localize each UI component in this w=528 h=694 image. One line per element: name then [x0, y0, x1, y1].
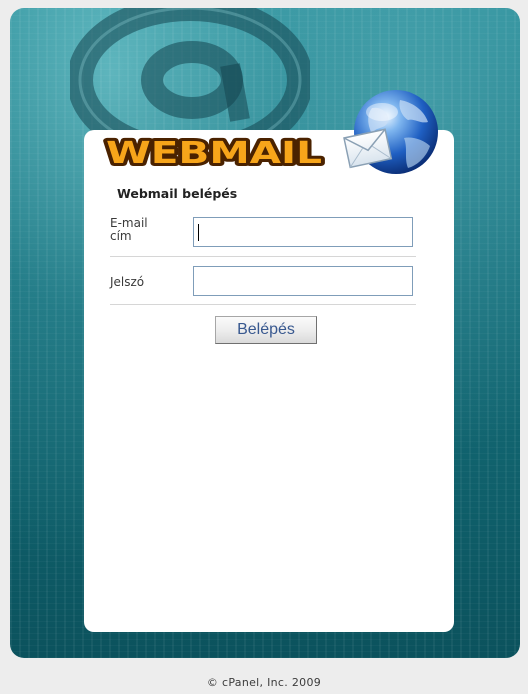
copyright-footer: © cPanel, Inc. 2009	[206, 676, 322, 689]
svg-text:WEBMAIL: WEBMAIL	[106, 136, 322, 168]
email-field[interactable]	[193, 217, 413, 247]
email-label: E-mail cím	[110, 216, 148, 243]
password-row: Jelszó	[110, 259, 416, 305]
webmail-logo: WEBMAIL WEBMAIL	[103, 134, 325, 168]
webmail-login-page: WEBMAIL WEBMAIL Webmail belépés E-mail c…	[0, 0, 528, 694]
login-title: Webmail belépés	[117, 186, 238, 201]
password-label: Jelszó	[110, 275, 145, 289]
email-row: E-mail cím	[110, 213, 416, 257]
globe-envelope-icon	[343, 90, 438, 174]
login-button[interactable]: Belépés	[215, 316, 317, 344]
login-card	[84, 130, 454, 632]
text-caret	[198, 224, 199, 241]
password-field[interactable]	[193, 266, 413, 296]
